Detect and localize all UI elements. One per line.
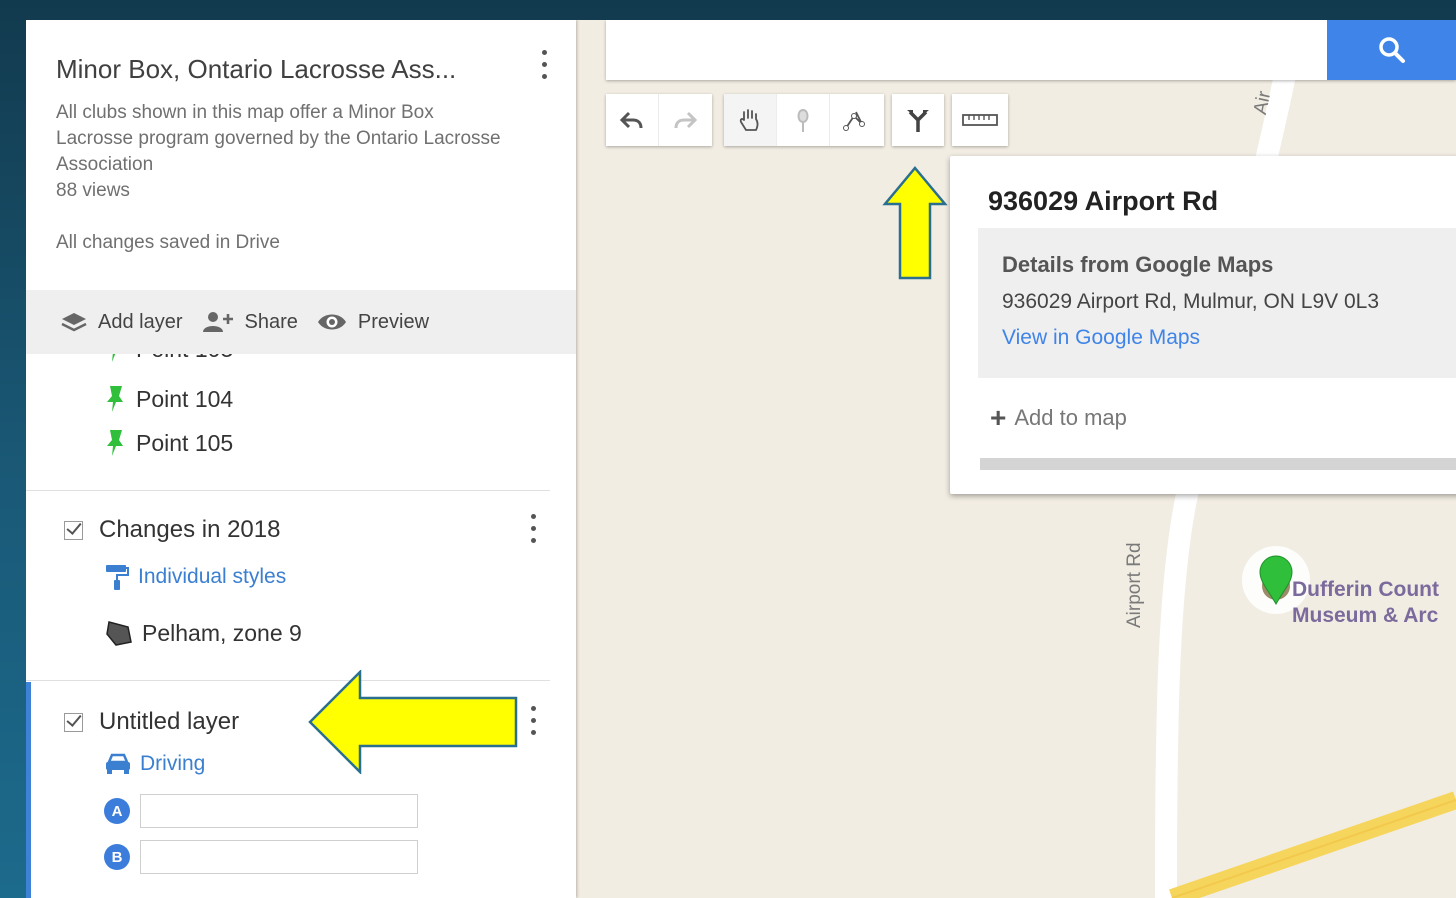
undo-icon bbox=[619, 111, 643, 129]
history-toolbar bbox=[606, 94, 712, 146]
app-frame: Airport Rd Air R Dufferin Count Museum &… bbox=[26, 20, 1456, 898]
marker-icon bbox=[797, 108, 809, 132]
feature-label: Pelham, zone 9 bbox=[142, 619, 302, 646]
measure-toolbar bbox=[952, 94, 1008, 146]
layer-header-untitled[interactable]: Untitled layer bbox=[64, 708, 239, 736]
add-directions-button[interactable] bbox=[892, 94, 944, 146]
search-button[interactable] bbox=[1327, 20, 1456, 80]
layer-divider bbox=[26, 490, 550, 491]
panel-actions: Add layer Share Preview bbox=[26, 290, 576, 354]
poi-label-line1: Dufferin Count bbox=[1292, 578, 1439, 601]
paint-roller-icon bbox=[106, 565, 129, 590]
place-title: 936029 Airport Rd bbox=[988, 186, 1219, 216]
preview-label: Preview bbox=[357, 310, 430, 333]
share-button[interactable]: Share bbox=[201, 310, 298, 334]
add-layer-label: Add layer bbox=[98, 310, 183, 333]
green-pin-icon bbox=[107, 386, 123, 412]
search-bar bbox=[606, 20, 1456, 80]
layer-title: Untitled layer bbox=[99, 708, 240, 735]
view-in-google-maps-link[interactable]: View in Google Maps bbox=[1002, 326, 1200, 350]
add-layer-button[interactable]: Add layer bbox=[60, 310, 183, 334]
road-label-top: Air bbox=[1250, 89, 1276, 117]
layer-title: Changes in 2018 bbox=[99, 516, 281, 543]
pan-tool-button[interactable] bbox=[724, 94, 777, 146]
waypoint-a-input[interactable] bbox=[140, 794, 418, 828]
redo-button[interactable] bbox=[659, 94, 711, 146]
measure-distance-button[interactable] bbox=[952, 94, 1008, 146]
map-options-menu-button[interactable] bbox=[534, 46, 554, 82]
drawing-toolbar bbox=[724, 94, 884, 146]
individual-styles-label: Individual styles bbox=[138, 565, 287, 588]
layer-options-menu-button[interactable] bbox=[523, 510, 543, 546]
layers-icon bbox=[61, 313, 87, 332]
annotation-arrow-up bbox=[882, 166, 948, 280]
list-item[interactable]: Point 103 bbox=[104, 354, 233, 364]
waypoint-b-badge: B bbox=[104, 844, 130, 870]
loading-bar bbox=[980, 458, 1456, 470]
directions-icon bbox=[907, 110, 929, 132]
list-item[interactable]: Pelham, zone 9 bbox=[104, 618, 302, 648]
points-list: Point 103 Point 104 Point 105 bbox=[26, 354, 576, 484]
waypoint-a-badge: A bbox=[104, 798, 130, 824]
polygon-shape-icon bbox=[106, 621, 132, 646]
directions-toolbar bbox=[892, 94, 944, 146]
preview-button[interactable]: Preview bbox=[316, 311, 429, 334]
plus-icon: + bbox=[990, 402, 1007, 433]
waypoint-b: B bbox=[104, 840, 418, 874]
add-marker-button[interactable] bbox=[777, 94, 830, 146]
ruler-icon bbox=[962, 114, 998, 126]
point-label: Point 105 bbox=[136, 429, 234, 456]
draw-line-icon bbox=[843, 111, 865, 131]
map-description-text: All clubs shown in this map offer a Mino… bbox=[56, 102, 501, 175]
place-info-popup: 936029 Airport Rd Details from Google Ma… bbox=[950, 156, 1456, 494]
active-layer-indicator bbox=[26, 682, 31, 898]
eye-icon bbox=[317, 314, 346, 330]
layer-header-changes-2018[interactable]: Changes in 2018 bbox=[64, 516, 280, 544]
list-item[interactable]: Point 104 bbox=[104, 384, 233, 414]
details-heading: Details from Google Maps bbox=[1002, 252, 1274, 277]
share-label: Share bbox=[244, 310, 298, 333]
redo-icon bbox=[674, 111, 698, 129]
map-description: All clubs shown in this map offer a Mino… bbox=[56, 100, 526, 204]
save-status: All changes saved in Drive bbox=[56, 232, 280, 253]
road-label-airport-rd: Airport Rd bbox=[1124, 542, 1145, 628]
waypoint-b-input[interactable] bbox=[140, 840, 418, 874]
draw-line-button[interactable] bbox=[830, 94, 882, 146]
undo-button[interactable] bbox=[606, 94, 659, 146]
map-title[interactable]: Minor Box, Ontario Lacrosse Ass... bbox=[56, 54, 456, 85]
list-item[interactable]: Point 105 bbox=[104, 428, 233, 458]
hand-pan-icon bbox=[739, 109, 759, 131]
add-to-map-button[interactable]: + Add to map bbox=[990, 402, 1127, 434]
driving-label: Driving bbox=[140, 752, 206, 775]
place-address: 936029 Airport Rd, Mulmur, ON L9V 0L3 bbox=[1002, 290, 1380, 313]
point-label: Point 104 bbox=[136, 385, 234, 412]
google-maps-details: Details from Google Maps 936029 Airport … bbox=[978, 228, 1456, 378]
search-icon bbox=[1378, 37, 1405, 63]
green-pin-icon bbox=[107, 430, 123, 456]
search-input[interactable] bbox=[606, 20, 1326, 80]
individual-styles-link[interactable]: Individual styles bbox=[104, 562, 286, 592]
add-to-map-label: Add to map bbox=[1014, 405, 1127, 430]
view-count: 88 views bbox=[56, 180, 130, 201]
car-icon bbox=[106, 753, 130, 774]
green-pin-icon bbox=[112, 354, 116, 362]
layer-options-menu-button[interactable] bbox=[523, 702, 543, 738]
point-label: Point 103 bbox=[136, 354, 233, 363]
annotation-arrow-left bbox=[308, 670, 518, 774]
add-person-icon bbox=[202, 312, 233, 332]
layer-visibility-checkbox[interactable] bbox=[64, 712, 83, 732]
waypoint-a: A bbox=[104, 794, 418, 828]
layer-visibility-checkbox[interactable] bbox=[64, 520, 83, 540]
poi-label-line2: Museum & Arc bbox=[1292, 604, 1439, 627]
travel-mode-link[interactable]: Driving bbox=[104, 752, 205, 776]
